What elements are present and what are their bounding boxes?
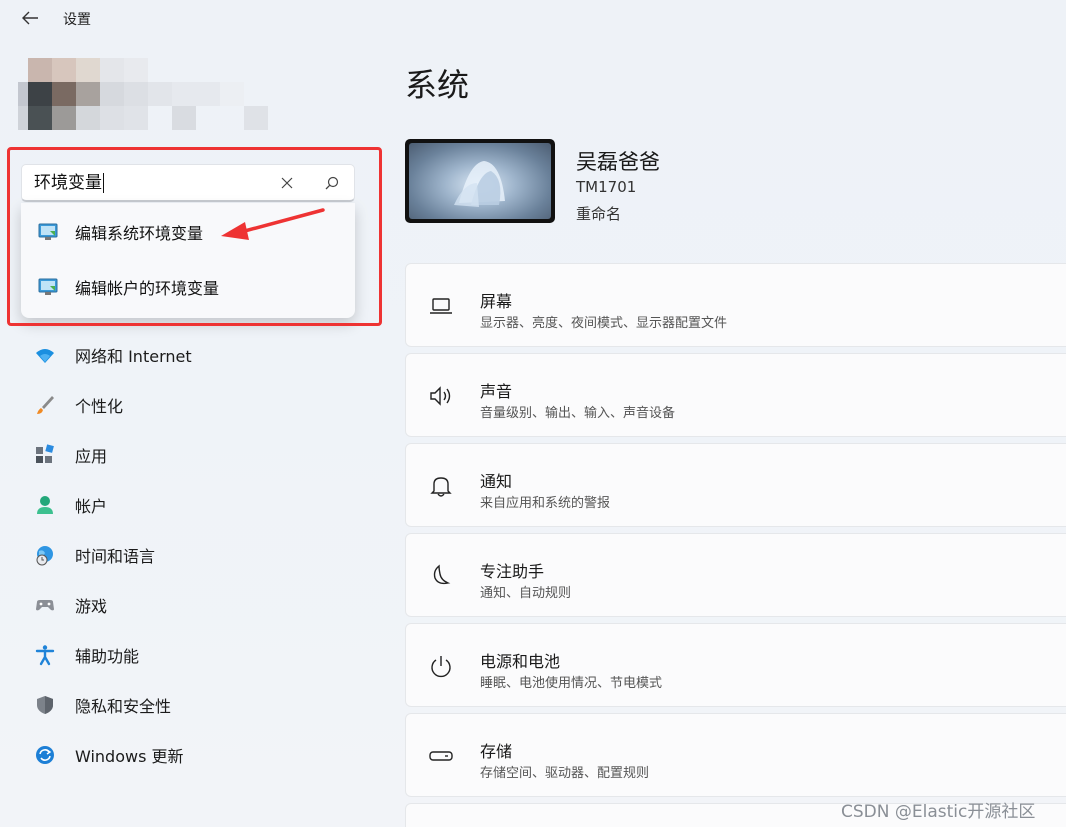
shield-icon [37, 696, 53, 714]
accessibility-icon [35, 645, 55, 666]
settings-card-notifications[interactable]: 通知 来自应用和系统的警报 [405, 443, 1066, 527]
sync-icon [36, 746, 54, 764]
sidebar-item-label: 帐户 [75, 497, 108, 516]
app-title: 设置 [63, 12, 91, 28]
moon-icon [433, 564, 451, 585]
settings-card-sound[interactable]: 声音 音量级别、输出、输入、声音设备 [405, 353, 1066, 437]
sidebar-item-label: 隐私和安全性 [75, 697, 172, 716]
sidebar-item-accessibility[interactable]: 辅助功能 [20, 635, 370, 675]
brush-icon [37, 396, 54, 414]
apps-icon [36, 444, 54, 463]
watermark: CSDN @Elastic开源社区 [841, 802, 1036, 822]
drive-icon [429, 751, 453, 761]
sidebar-item-label: 游戏 [75, 597, 108, 616]
card-subtitle: 通知、自动规则 [480, 586, 572, 601]
search-result-label: 编辑系统环境变量 [75, 224, 204, 243]
card-subtitle: 存储空间、驱动器、配置规则 [480, 766, 650, 781]
globe-clock-icon [36, 546, 53, 566]
page-title: 系统 [405, 66, 470, 104]
search-icon[interactable] [324, 175, 340, 191]
sidebar-item-network[interactable]: 网络和 Internet [20, 335, 370, 375]
search-input[interactable]: 环境变量 [21, 164, 355, 202]
wallpaper-preview [409, 143, 551, 219]
rename-link[interactable]: 重命名 [576, 203, 621, 224]
speaker-icon [430, 386, 451, 406]
bell-icon [430, 477, 452, 497]
settings-card-storage[interactable]: 存储 存储空间、驱动器、配置规则 [405, 713, 1066, 797]
sidebar-item-windows-update[interactable]: Windows 更新 [20, 735, 370, 775]
settings-card-display[interactable]: 屏幕 显示器、亮度、夜间模式、显示器配置文件 [405, 263, 1066, 347]
sidebar-item-accounts[interactable]: 帐户 [20, 485, 370, 525]
sidebar-item-privacy[interactable]: 隐私和安全性 [20, 685, 370, 725]
wifi-icon [36, 349, 54, 363]
sidebar-item-label: 应用 [75, 447, 108, 466]
card-subtitle: 音量级别、输出、输入、声音设备 [480, 406, 676, 421]
settings-card-power[interactable]: 电源和电池 睡眠、电池使用情况、节电模式 [405, 623, 1066, 707]
card-subtitle: 显示器、亮度、夜间模式、显示器配置文件 [480, 316, 728, 331]
search-result-edit-account-env[interactable]: 编辑帐户的环境变量 [21, 260, 355, 314]
avatar [18, 58, 270, 132]
system-properties-icon [38, 223, 58, 240]
device-thumbnail [405, 139, 555, 223]
sidebar-item-apps[interactable]: 应用 [20, 435, 370, 475]
card-title: 存储 [480, 742, 513, 761]
card-subtitle: 睡眠、电池使用情况、节电模式 [480, 676, 663, 691]
device-model: TM1701 [576, 178, 637, 196]
search-result-label: 编辑帐户的环境变量 [75, 279, 220, 298]
card-title: 通知 [480, 472, 513, 491]
title-bar: 设置 [0, 0, 1066, 36]
annotation-arrow-icon [221, 208, 325, 240]
sidebar-item-personalization[interactable]: 个性化 [20, 385, 370, 425]
settings-card-focus-assist[interactable]: 专注助手 通知、自动规则 [405, 533, 1066, 617]
arrow-left-icon [22, 11, 38, 25]
sidebar-item-label: 辅助功能 [75, 647, 140, 666]
sidebar-item-label: 网络和 Internet [75, 347, 192, 366]
laptop-icon [430, 298, 452, 314]
sidebar-item-label: 个性化 [75, 397, 124, 416]
person-icon [37, 496, 53, 514]
sidebar-item-gaming[interactable]: 游戏 [20, 585, 370, 625]
card-subtitle: 来自应用和系统的警报 [480, 496, 611, 511]
sidebar-item-label: 时间和语言 [75, 547, 156, 566]
gamepad-icon [36, 600, 54, 611]
card-title: 专注助手 [480, 562, 545, 581]
sidebar-item-label: Windows 更新 [75, 747, 184, 766]
card-title: 声音 [480, 382, 513, 401]
card-title: 屏幕 [480, 292, 513, 311]
close-icon[interactable] [279, 175, 295, 191]
sidebar-item-time-language[interactable]: 时间和语言 [20, 535, 370, 575]
system-properties-icon [38, 278, 58, 295]
card-title: 电源和电池 [480, 652, 561, 671]
back-button[interactable] [14, 5, 46, 31]
power-icon [431, 656, 451, 678]
device-name: 吴磊爸爸 [576, 150, 660, 174]
search-input-value[interactable]: 环境变量 [34, 173, 104, 193]
